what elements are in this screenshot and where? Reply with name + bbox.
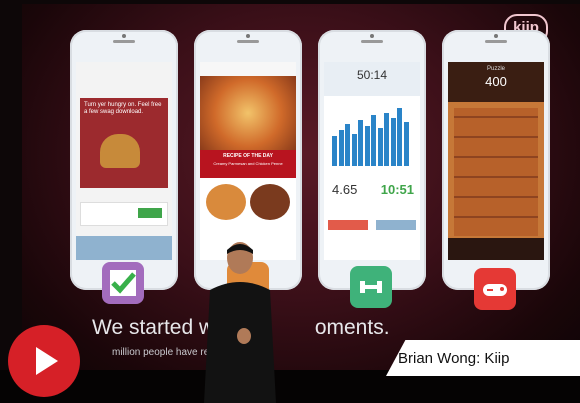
fitness-bar [345, 123, 350, 166]
fitness-bar [403, 121, 409, 166]
fitness-bar [384, 113, 389, 166]
fitness-bar [351, 134, 357, 166]
fitness-bar [332, 136, 337, 166]
slide-subcaption: million people have rec [112, 347, 215, 358]
play-icon [36, 347, 58, 375]
presenter [204, 242, 276, 403]
fitness-bar [371, 115, 376, 166]
fitness-bar [358, 119, 363, 166]
projection-screen: kiip Turn yer hungry on. Feel free a few… [22, 4, 580, 379]
video-frame: kiip Turn yer hungry on. Feel free a few… [0, 0, 580, 403]
dumbbell-app-icon [350, 266, 392, 308]
fitness-bar-chart [332, 106, 412, 166]
fitness-bar [377, 128, 383, 166]
banner-title: Brian Wong: Kiip [398, 350, 510, 367]
fitness-bar [338, 130, 344, 166]
gamepad-app-icon [474, 268, 516, 310]
phone-fitness: 50:14 4.65 10:51 [318, 30, 426, 290]
fitness-bar [364, 125, 370, 166]
phone-food-ad: Turn yer hungry on. Feel free a few swag… [70, 30, 178, 290]
checkmark-app-icon [102, 262, 144, 304]
fitness-bar [397, 108, 402, 166]
fitness-bar [390, 117, 396, 166]
phone-puzzle: Puzzle 400 [442, 30, 550, 290]
play-button[interactable] [8, 325, 80, 397]
